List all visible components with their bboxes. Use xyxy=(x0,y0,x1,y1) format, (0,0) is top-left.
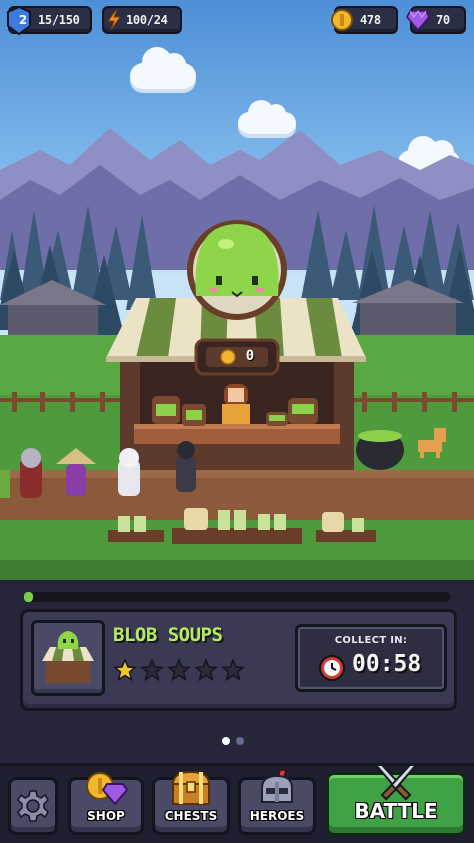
shop-coin-gem-icon xyxy=(86,772,129,806)
settings-gear-icon xyxy=(17,790,49,822)
collect-countdown: 00:58 xyxy=(352,651,422,677)
game-scene: 0 xyxy=(0,0,474,580)
page-dot[interactable] xyxy=(236,737,244,745)
star-empty-icon xyxy=(140,658,164,682)
energy-pill[interactable]: 100/24 xyxy=(102,6,182,34)
heroes-nav-button[interactable]: HEROES xyxy=(238,769,316,835)
coins-value: 478 xyxy=(360,13,381,27)
settings-button[interactable] xyxy=(8,777,58,835)
xp-value: 15/150 xyxy=(38,13,80,27)
chests-label: CHESTS xyxy=(164,809,218,823)
collect-timer-box: COLLECT IN: 00:58 xyxy=(295,624,447,692)
star-rating xyxy=(113,658,245,682)
chests-nav-button[interactable]: CHESTS xyxy=(152,770,230,835)
stall-coin-counter: 0 xyxy=(240,348,260,364)
star-filled-icon xyxy=(113,658,137,682)
lightning-icon xyxy=(107,9,121,31)
production-progress-fill xyxy=(24,592,33,602)
clock-icon xyxy=(319,655,345,681)
heroes-label: HEROES xyxy=(249,809,305,823)
shop-info-card[interactable]: BLOB SOUPS COLLECT IN: 00:58 xyxy=(20,609,457,711)
energy-value: 100/24 xyxy=(126,13,168,27)
shop-thumbnail xyxy=(31,620,105,696)
chest-icon xyxy=(171,770,211,805)
battle-label: BATTLE xyxy=(354,799,438,823)
gems-value: 70 xyxy=(436,13,450,27)
production-progress-bar xyxy=(24,592,450,602)
level-xp-pill[interactable]: 2 15/150 xyxy=(7,6,92,36)
shop-name: BLOB SOUPS xyxy=(113,624,223,646)
coins-pill[interactable]: 478 xyxy=(331,6,398,34)
shop-label: SHOP xyxy=(87,809,125,823)
battle-button[interactable]: BATTLE xyxy=(326,764,466,836)
coin-icon xyxy=(331,9,353,31)
helmet-icon xyxy=(261,769,293,803)
star-empty-icon xyxy=(194,658,218,682)
stall-thumbnail-icon xyxy=(42,631,94,683)
page-dot[interactable] xyxy=(222,737,230,745)
level-number: 2 xyxy=(18,13,28,27)
star-empty-icon xyxy=(221,658,245,682)
shop-nav-button[interactable]: SHOP xyxy=(68,772,144,835)
star-empty-icon xyxy=(167,658,191,682)
stall-coin-value: 0 xyxy=(245,348,255,364)
page-indicator xyxy=(222,737,244,745)
gems-pill[interactable]: 70 xyxy=(406,6,466,34)
landscape-background xyxy=(0,128,474,580)
collect-label: COLLECT IN: xyxy=(334,635,408,646)
gem-icon xyxy=(406,10,430,31)
